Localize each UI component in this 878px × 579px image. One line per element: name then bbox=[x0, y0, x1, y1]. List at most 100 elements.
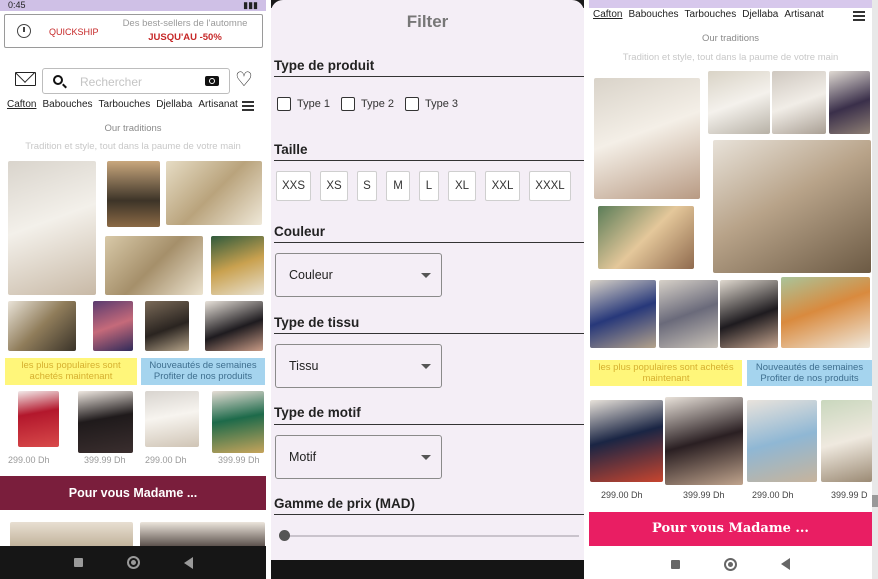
checkbox-type-2[interactable]: Type 2 bbox=[341, 97, 394, 111]
pattern-select-value: Motif bbox=[289, 450, 317, 464]
divider bbox=[274, 424, 584, 425]
back-icon[interactable] bbox=[781, 558, 790, 570]
product-photo[interactable] bbox=[829, 71, 870, 134]
category-artisanat[interactable]: Artisanat bbox=[784, 9, 823, 20]
divider bbox=[274, 333, 584, 334]
product-photo[interactable] bbox=[8, 161, 96, 295]
scrollbar-track[interactable] bbox=[872, 0, 878, 579]
menu-icon[interactable] bbox=[853, 11, 865, 21]
category-tarbouches[interactable]: Tarbouches bbox=[685, 9, 737, 20]
category-babouches[interactable]: Babouches bbox=[42, 99, 92, 110]
size-chip-s[interactable]: S bbox=[357, 171, 377, 201]
category-artisanat[interactable]: Artisanat bbox=[198, 99, 237, 110]
product-photo[interactable] bbox=[18, 391, 59, 447]
banner-popular[interactable]: les plus populaires sont achetés mainten… bbox=[5, 358, 137, 385]
section-title: Our traditions bbox=[701, 33, 760, 44]
home-screen-phone-3: Cafton Babouches Tarbouches Djellaba Art… bbox=[589, 0, 878, 579]
product-photo[interactable] bbox=[594, 78, 700, 199]
product-photo[interactable] bbox=[145, 391, 199, 447]
size-label: Taille bbox=[274, 142, 308, 157]
product-photo[interactable] bbox=[145, 301, 189, 351]
category-cafton[interactable]: Cafton bbox=[7, 99, 36, 110]
banner-new[interactable]: Nouveautés de semaines Profiter de nos p… bbox=[141, 358, 265, 385]
section-subtitle: Tradition et style, tout dans la paume d… bbox=[622, 52, 839, 63]
promo-banner[interactable]: QUICKSHIP Des best-sellers de l'automne … bbox=[4, 14, 263, 48]
product-photo[interactable] bbox=[659, 280, 718, 348]
madame-section-header[interactable]: Pour vous Madame ... bbox=[0, 476, 266, 510]
size-chip-l[interactable]: L bbox=[419, 171, 439, 201]
product-price: 299.00 Dh bbox=[601, 490, 643, 500]
promo-brand: QUICKSHIP bbox=[49, 27, 99, 37]
home-icon[interactable] bbox=[126, 556, 140, 569]
product-photo[interactable] bbox=[93, 301, 133, 351]
search-icon bbox=[53, 75, 63, 85]
pattern-select[interactable]: Motif bbox=[275, 435, 442, 479]
back-icon[interactable] bbox=[183, 556, 193, 569]
size-chip-xxs[interactable]: XXS bbox=[276, 171, 311, 201]
product-photo[interactable] bbox=[105, 236, 203, 295]
product-photo[interactable] bbox=[212, 391, 264, 453]
checkbox-type-3[interactable]: Type 3 bbox=[405, 97, 458, 111]
product-photo[interactable] bbox=[708, 71, 770, 134]
price-slider-thumb[interactable] bbox=[279, 530, 290, 541]
product-price: 399.99 Dh bbox=[683, 490, 725, 500]
product-photo[interactable] bbox=[598, 206, 694, 269]
size-chip-m[interactable]: M bbox=[386, 171, 410, 201]
heart-icon[interactable]: ♡ bbox=[235, 70, 253, 90]
product-photo[interactable] bbox=[713, 140, 871, 273]
product-photo[interactable] bbox=[205, 301, 263, 351]
camera-icon[interactable] bbox=[205, 76, 219, 86]
size-chip-xxxl[interactable]: XXXL bbox=[529, 171, 571, 201]
color-select[interactable]: Couleur bbox=[275, 253, 442, 297]
recents-icon[interactable] bbox=[671, 559, 680, 569]
checkbox-label: Type 2 bbox=[361, 98, 395, 110]
product-photo[interactable] bbox=[211, 236, 264, 295]
product-photo[interactable] bbox=[665, 397, 743, 485]
menu-icon[interactable] bbox=[242, 101, 254, 111]
product-price: 399.99 Dh bbox=[218, 455, 260, 465]
product-photo[interactable] bbox=[772, 71, 826, 134]
product-photo[interactable] bbox=[590, 280, 656, 348]
madame-section-header[interactable]: Pour vous Madame ... bbox=[589, 512, 872, 546]
category-djellaba[interactable]: Djellaba bbox=[156, 99, 192, 110]
fabric-select[interactable]: Tissu bbox=[275, 344, 442, 388]
product-photo[interactable] bbox=[720, 280, 778, 348]
recents-icon[interactable] bbox=[73, 558, 83, 567]
banner-popular[interactable]: les plus populaires sont achetés mainten… bbox=[590, 360, 742, 386]
category-nav: Cafton Babouches Tarbouches Djellaba Art… bbox=[593, 9, 824, 20]
product-photo[interactable] bbox=[781, 277, 870, 348]
price-slider-track[interactable] bbox=[283, 535, 579, 537]
color-label: Couleur bbox=[274, 224, 326, 239]
search-input[interactable]: Rechercher bbox=[42, 68, 230, 94]
promo-line2: JUSQU'AU -50% bbox=[148, 32, 222, 43]
divider bbox=[274, 76, 584, 77]
search-placeholder: Rechercher bbox=[80, 75, 143, 89]
home-screen-phone-1: 0:45 ▮▮▮ QUICKSHIP Des best-sellers de l… bbox=[0, 0, 266, 579]
product-price: 299.00 Dh bbox=[752, 490, 794, 500]
size-chip-xs[interactable]: XS bbox=[320, 171, 348, 201]
mail-icon[interactable] bbox=[15, 72, 36, 86]
product-photo[interactable] bbox=[8, 301, 76, 351]
product-photo[interactable] bbox=[590, 400, 663, 482]
product-price: 299.00 Dh bbox=[145, 455, 187, 465]
home-icon[interactable] bbox=[724, 557, 737, 571]
filter-screen-phone-2: Filter Type de produit Type 1 Type 2 Typ… bbox=[271, 0, 584, 579]
banner-new[interactable]: Nouveautés de semaines Profiter de nos p… bbox=[747, 360, 872, 386]
product-photo[interactable] bbox=[78, 391, 133, 453]
category-cafton[interactable]: Cafton bbox=[593, 9, 622, 20]
checkbox-label: Type 3 bbox=[425, 98, 459, 110]
product-photo[interactable] bbox=[107, 161, 160, 227]
alarm-clock-icon bbox=[17, 24, 31, 38]
promo-line1: Des best-sellers de l'automne bbox=[122, 18, 248, 29]
product-photo[interactable] bbox=[747, 400, 817, 482]
product-photo[interactable] bbox=[821, 400, 872, 482]
checkbox-type-1[interactable]: Type 1 bbox=[277, 97, 330, 111]
category-babouches[interactable]: Babouches bbox=[628, 9, 678, 20]
product-price: 399.99 Dh bbox=[84, 455, 126, 465]
category-djellaba[interactable]: Djellaba bbox=[742, 9, 778, 20]
size-chip-xl[interactable]: XL bbox=[448, 171, 476, 201]
scrollbar-thumb[interactable] bbox=[872, 495, 878, 507]
category-tarbouches[interactable]: Tarbouches bbox=[99, 99, 151, 110]
product-photo[interactable] bbox=[166, 161, 262, 225]
size-chip-xxl[interactable]: XXL bbox=[485, 171, 520, 201]
